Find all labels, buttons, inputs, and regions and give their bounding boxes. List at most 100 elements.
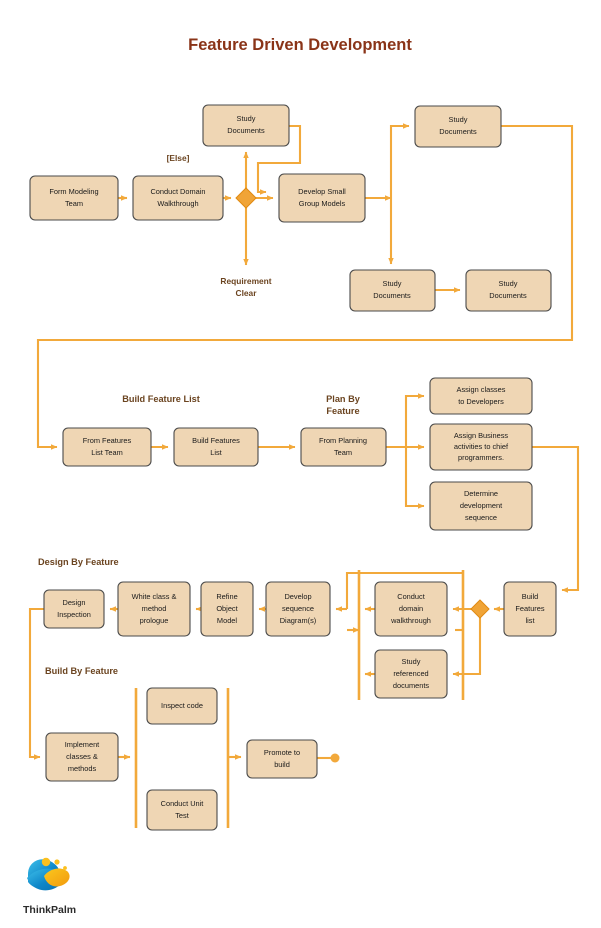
node-label-line: activities to chief	[454, 442, 509, 451]
node-label-line: Study	[237, 114, 256, 123]
node-group: Form Modeling Team Conduct Domain Walkth…	[29, 104, 557, 831]
node-label-line: domain	[399, 604, 423, 613]
decision-requirement-clear[interactable]	[235, 187, 257, 209]
node-label-line: Study	[383, 279, 402, 288]
node-label-line: List	[210, 448, 222, 457]
node-white-class-method-prologue[interactable]: White class & method prologue	[117, 581, 191, 637]
node-refine-object-model[interactable]: Refine Object Model	[200, 581, 254, 637]
connector-inspection-to-implement	[28, 607, 44, 760]
node-label-line: From Planning	[319, 436, 367, 445]
guard-label-group: [Else] Requirement Clear	[167, 153, 272, 298]
guard-label-requirement-line1: Requirement	[220, 276, 271, 286]
node-label-line: Documents	[373, 291, 411, 300]
connector-fan-to-assign-classes	[404, 393, 425, 447]
node-label-line: Develop Small	[298, 187, 346, 196]
node-label-line: Team	[65, 199, 83, 208]
decision-design-by-feature[interactable]	[470, 599, 490, 619]
node-design-inspection[interactable]: Design Inspection	[43, 589, 105, 629]
node-develop-sequence-diagrams[interactable]: Develop sequence Diagram(s)	[265, 581, 331, 637]
connector-assign-business-to-build-features-list2	[532, 445, 580, 593]
logo-dot-large-icon	[41, 857, 51, 867]
node-label-line: classes &	[66, 752, 98, 761]
node-develop-small-group-models[interactable]: Develop Small Group Models	[278, 173, 366, 223]
node-label-line: Study	[449, 115, 468, 124]
node-promote-to-build[interactable]: Promote to build	[246, 739, 318, 779]
node-study-documents-2[interactable]: Study Documents	[414, 105, 502, 148]
node-build-features-list[interactable]: Build Features List	[173, 427, 259, 467]
node-conduct-domain-walkthrough-2[interactable]: Conduct domain walkthrough	[374, 581, 448, 637]
node-label-line: walkthrough	[390, 616, 431, 625]
logo-wordmark: ThinkPalm	[23, 904, 76, 916]
node-label-line: Determine	[464, 489, 498, 498]
node-inspect-code[interactable]: Inspect code	[146, 687, 218, 725]
node-from-features-list-team[interactable]: From Features List Team	[62, 427, 152, 467]
node-label-line: Model	[217, 616, 237, 625]
node-label-line: referenced	[393, 669, 428, 678]
node-label-line: Object	[216, 604, 237, 613]
node-implement-classes-methods[interactable]: Implement classes & methods	[45, 732, 119, 782]
node-label-line: Group Models	[299, 199, 346, 208]
flowchart-diagram: Feature Driven Development Form Modeling…	[0, 0, 601, 928]
node-label-line: Study	[402, 657, 421, 666]
node-study-documents-1[interactable]: Study Documents	[202, 104, 290, 147]
node-label-line: Refine	[216, 592, 237, 601]
node-label-line: Diagram(s)	[280, 616, 317, 625]
node-label-line: Inspection	[57, 610, 91, 619]
section-label-design-by-feature: Design By Feature	[38, 557, 119, 567]
node-label-line: Team	[334, 448, 352, 457]
node-form-modeling-team[interactable]: Form Modeling Team	[29, 175, 119, 221]
node-label-line: Inspect code	[161, 701, 203, 710]
node-label-line: documents	[393, 681, 429, 690]
connector-split-to-study2	[389, 123, 410, 198]
node-study-documents-4[interactable]: Study Documents	[465, 269, 552, 312]
node-label-line: programmers.	[458, 453, 504, 462]
flow-end-dot	[330, 753, 340, 763]
node-conduct-unit-test[interactable]: Conduct Unit Test	[146, 789, 218, 831]
node-determine-development-sequence[interactable]: Determine development sequence	[429, 481, 533, 531]
node-label-line: list	[525, 616, 534, 625]
node-label-line: From Features	[83, 436, 132, 445]
node-label-line: Features	[515, 604, 544, 613]
node-label-line: development	[460, 501, 502, 510]
node-label-line: Walkthrough	[157, 199, 198, 208]
node-label-line: Study	[499, 279, 518, 288]
node-label-line: build	[274, 760, 290, 769]
guard-label-requirement-line2: Clear	[236, 288, 258, 298]
node-label-line: Design	[62, 598, 85, 607]
connector-decision-to-study-referenced	[452, 617, 482, 677]
node-label-line: Build Features	[192, 436, 240, 445]
node-label-line: Documents	[439, 127, 477, 136]
node-label-line: List Team	[91, 448, 123, 457]
node-study-documents-3[interactable]: Study Documents	[349, 269, 436, 312]
node-build-features-list-2[interactable]: Build Features list	[503, 581, 557, 637]
node-label-line: Assign Business	[454, 431, 509, 440]
node-from-planning-team[interactable]: From Planning Team	[300, 427, 387, 467]
node-study-referenced-documents[interactable]: Study referenced documents	[374, 649, 448, 699]
node-label-line: methods	[68, 764, 97, 773]
node-assign-classes-to-developers[interactable]: Assign classes to Developers	[429, 377, 533, 415]
node-label-line: Promote to	[264, 748, 300, 757]
node-label-line: Form Modeling	[49, 187, 98, 196]
section-label-plan-by-feature-line1: Plan By	[326, 394, 361, 404]
node-label-line: Documents	[227, 126, 265, 135]
node-label-line: Build	[522, 592, 538, 601]
node-label-line: method	[142, 604, 167, 613]
section-label-build-feature-list: Build Feature List	[122, 394, 200, 404]
node-label-line: sequence	[465, 513, 497, 522]
logo-dot-small-icon	[63, 866, 67, 870]
node-conduct-domain-walkthrough[interactable]: Conduct Domain Walkthrough	[132, 175, 224, 221]
node-label-line: White class &	[132, 592, 177, 601]
section-label-build-by-feature: Build By Feature	[45, 666, 118, 676]
section-label-plan-by-feature-line2: Feature	[326, 406, 359, 416]
node-label-line: Test	[175, 811, 189, 820]
node-label-line: Documents	[489, 291, 527, 300]
page-title: Feature Driven Development	[188, 36, 412, 54]
flowchart-canvas: Feature Driven Development Form Modeling…	[23, 36, 580, 916]
connector-design-bracket-left-down	[345, 571, 359, 609]
node-assign-business-activities[interactable]: Assign Business activities to chief prog…	[429, 423, 533, 471]
connector-fan-to-determine-sequence	[404, 447, 425, 509]
node-label-line: Develop	[284, 592, 311, 601]
node-label-line: Conduct Unit	[161, 799, 204, 808]
node-label-line: Implement	[65, 740, 100, 749]
node-label-line: to Developers	[458, 397, 504, 406]
